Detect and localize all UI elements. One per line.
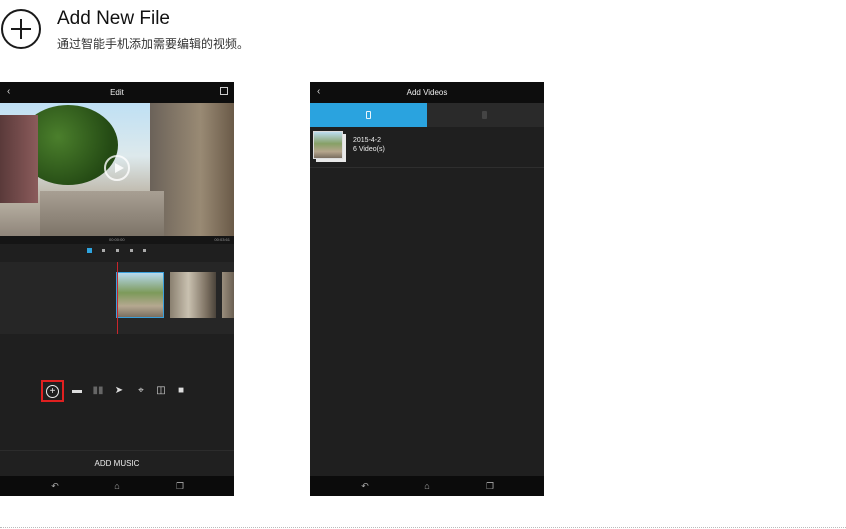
page-title: Add New File: [57, 8, 170, 29]
page-dot: [130, 249, 133, 252]
video-clip[interactable]: [222, 272, 234, 318]
home-icon[interactable]: ⌂: [111, 480, 123, 492]
edit-toolbar: + ▬ ▮▮ ➤ ⌖ ◫ ■: [0, 380, 234, 404]
back-icon[interactable]: ↶: [49, 480, 61, 492]
video-clip[interactable]: [116, 272, 164, 318]
add-circle-icon: [1, 9, 41, 49]
album-list-item[interactable]: 2015-4-2 6 Video(s): [310, 127, 544, 168]
page-dot: [116, 249, 119, 252]
system-navbar: ↶ ⌂ ❐: [0, 476, 234, 496]
back-icon[interactable]: ↶: [359, 480, 371, 492]
edit-screen: ‹ Edit 00:00:00 00:03:61 + ▬ ▮▮ ➤ ⌖ ◫ ■: [0, 82, 234, 496]
video-frame-road: [40, 191, 164, 236]
device-icon: [482, 111, 487, 119]
edit-topbar: ‹ Edit: [0, 82, 234, 103]
tab-camera[interactable]: [427, 103, 544, 127]
page-subtitle: 通过智能手机添加需要编辑的视频。: [57, 37, 250, 51]
tab-phone[interactable]: [310, 103, 427, 127]
recents-icon[interactable]: ❐: [484, 480, 496, 492]
share-icon[interactable]: [220, 87, 228, 95]
recents-icon[interactable]: ❐: [174, 480, 186, 492]
edit-title: Edit: [110, 88, 124, 97]
add-videos-title: Add Videos: [406, 88, 448, 97]
home-icon[interactable]: ⌂: [421, 480, 433, 492]
video-preview[interactable]: [0, 103, 234, 236]
page-dot: [143, 249, 146, 252]
playhead[interactable]: [117, 262, 118, 334]
add-icon: +: [46, 385, 59, 398]
time-start: 00:00:00: [109, 237, 125, 242]
album-count: 6 Video(s): [353, 146, 385, 153]
time-bar: 00:00:00 00:03:61: [0, 236, 234, 244]
add-music-button[interactable]: ADD MUSIC: [0, 450, 234, 477]
split-icon[interactable]: ▮▮: [91, 384, 105, 398]
source-tabs: [310, 103, 544, 127]
speed-icon[interactable]: ➤: [112, 384, 126, 398]
video-frame-building: [0, 115, 38, 203]
crop-icon[interactable]: ⌖: [134, 384, 148, 398]
add-clip-button[interactable]: +: [41, 380, 64, 402]
add-videos-screen: ‹ Add Videos 2015-4-2 6 Video(s) ↶ ⌂ ❐: [310, 82, 544, 496]
page-dot: [87, 248, 92, 253]
video-clip[interactable]: [170, 272, 216, 318]
delete-icon[interactable]: ■: [174, 384, 188, 398]
page-dot: [102, 249, 105, 252]
divider: [0, 527, 846, 528]
time-end: 00:03:61: [214, 237, 230, 242]
phone-icon: [366, 111, 371, 119]
rotate-icon[interactable]: ◫: [154, 384, 168, 398]
clip-timeline[interactable]: [0, 262, 234, 334]
add-videos-topbar: ‹ Add Videos: [310, 82, 544, 103]
trim-icon[interactable]: ▬: [70, 384, 84, 398]
play-icon[interactable]: [104, 155, 130, 181]
album-date: 2015-4-2: [353, 137, 382, 144]
album-thumbnail: [313, 131, 343, 159]
system-navbar: ↶ ⌂ ❐: [310, 476, 544, 496]
